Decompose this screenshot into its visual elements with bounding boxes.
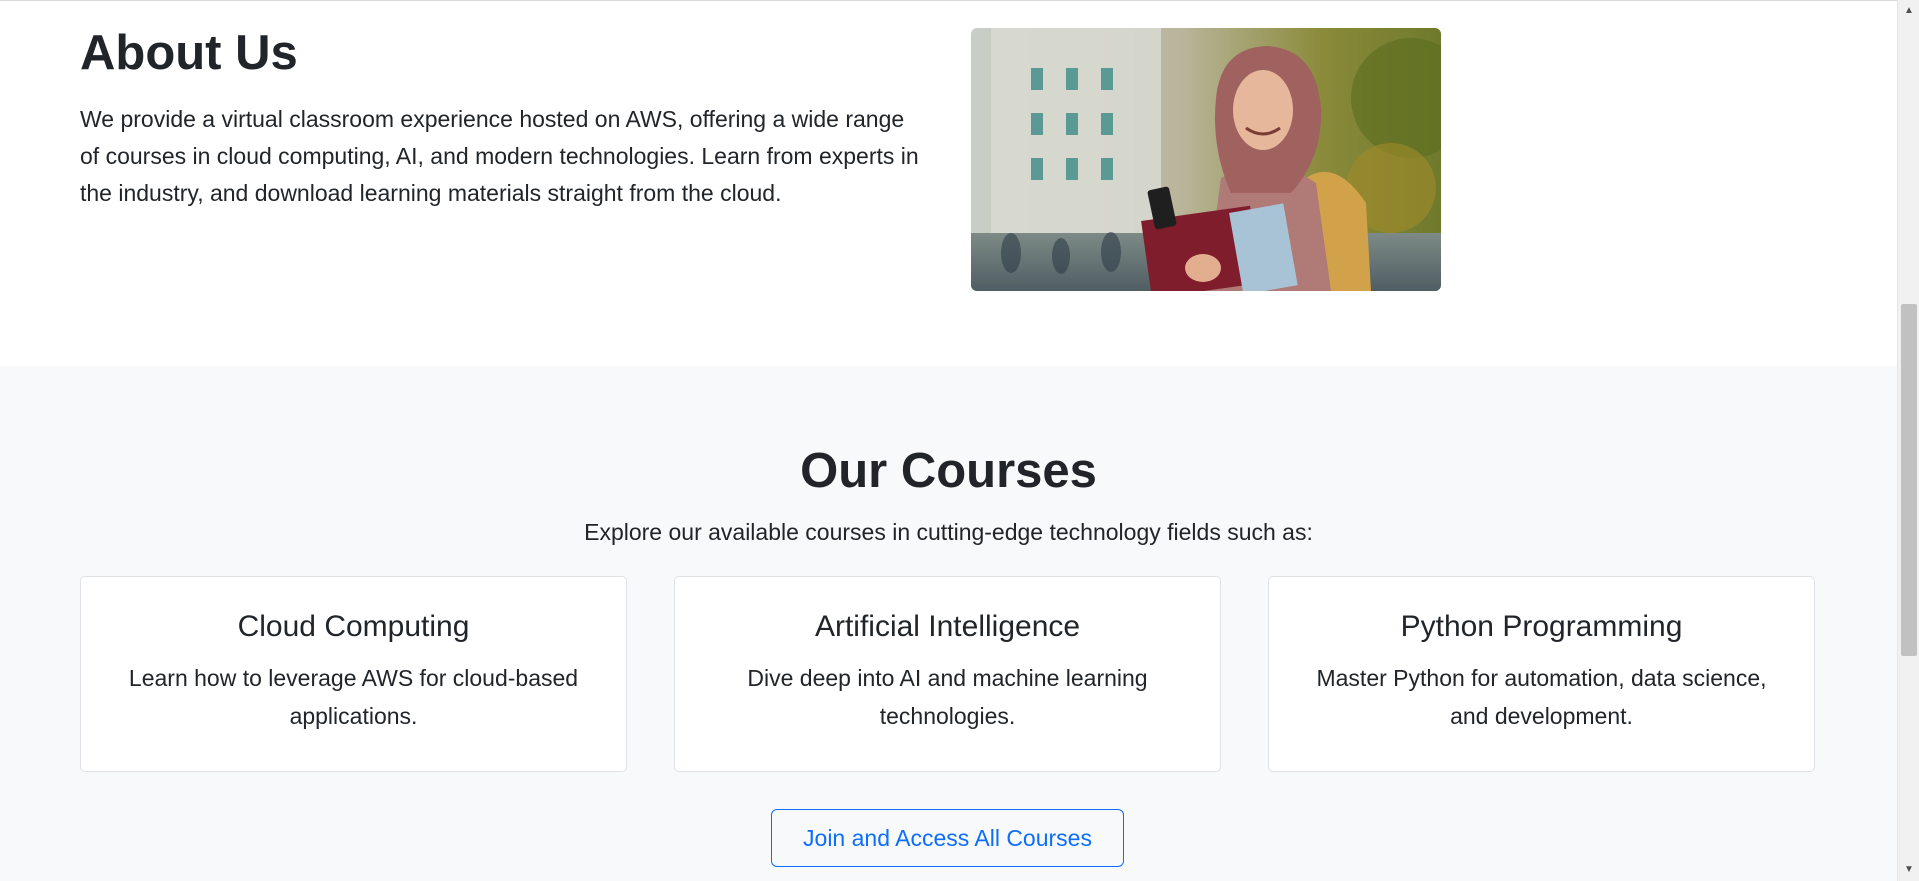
- course-card-artificial-intelligence: Artificial Intelligence Dive deep into A…: [674, 576, 1221, 772]
- course-card-title: Cloud Computing: [237, 610, 470, 643]
- course-card-cloud-computing: Cloud Computing Learn how to leverage AW…: [80, 576, 627, 772]
- course-card-text: Master Python for automation, data scien…: [1316, 665, 1767, 729]
- about-section: About Us We provide a virtual classroom …: [0, 1, 1897, 366]
- scroll-up-arrow-icon[interactable]: ▲: [1898, 2, 1919, 20]
- about-description: We provide a virtual classroom experienc…: [80, 106, 919, 206]
- course-card-text: Learn how to leverage AWS for cloud-base…: [128, 665, 579, 729]
- course-card-text: Dive deep into AI and machine learning t…: [747, 665, 1148, 729]
- course-card-python-programming: Python Programming Master Python for aut…: [1268, 576, 1815, 772]
- scroll-down-arrow-icon[interactable]: ▼: [1898, 861, 1919, 879]
- course-card-title: Python Programming: [1400, 610, 1683, 643]
- page-viewport: About Us We provide a virtual classroom …: [0, 0, 1897, 881]
- courses-title: Our Courses: [800, 444, 1097, 498]
- vertical-scrollbar[interactable]: ▲ ▼: [1897, 0, 1919, 881]
- course-card-title: Artificial Intelligence: [814, 610, 1081, 643]
- courses-subtitle: Explore our available courses in cutting…: [584, 519, 1313, 545]
- scrollbar-thumb[interactable]: [1901, 304, 1917, 656]
- student-photo: [971, 28, 1441, 291]
- courses-section: Our Courses Explore our available course…: [0, 366, 1897, 881]
- join-courses-button[interactable]: Join and Access All Courses: [771, 809, 1124, 867]
- about-title: About Us: [80, 26, 298, 80]
